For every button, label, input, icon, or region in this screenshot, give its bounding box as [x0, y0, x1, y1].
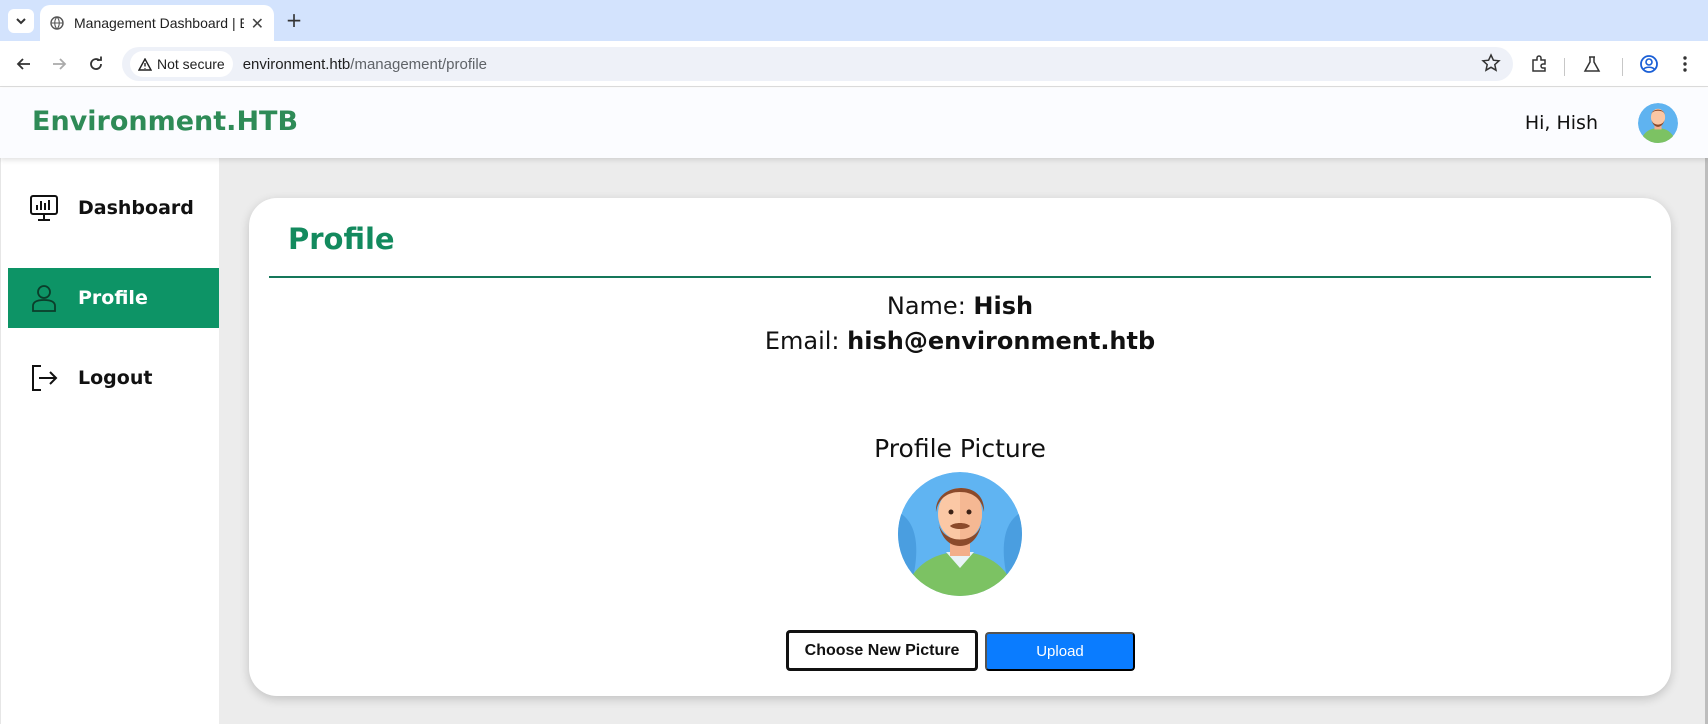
title-divider: [269, 276, 1651, 278]
dashboard-monitor-icon: [28, 192, 60, 224]
profile-picture: [898, 472, 1022, 596]
url-path: /management/profile: [350, 55, 488, 73]
profile-picture-title: Profile Picture: [874, 434, 1046, 463]
email-row: Email: hish@environment.htb: [249, 327, 1671, 355]
user-icon: [28, 282, 60, 314]
browser-tabstrip: Management Dashboard | Environment.HTB ✕…: [0, 0, 1708, 41]
main-content: Profile Name: Hish Email: hish@environme…: [219, 158, 1708, 724]
toolbar-separator: [1564, 58, 1565, 76]
name-row: Name: Hish: [249, 292, 1671, 320]
email-value: hish@environment.htb: [847, 327, 1156, 355]
sidebar-item-logout[interactable]: Logout: [8, 348, 220, 408]
browser-menu-button[interactable]: [1673, 52, 1697, 76]
browser-tab-active[interactable]: Management Dashboard | Environment.HTB ✕: [40, 5, 274, 41]
profile-button[interactable]: [1637, 52, 1661, 76]
url-text[interactable]: environment.htb/management/profile: [243, 56, 487, 73]
avatar-image: [1638, 103, 1678, 143]
globe-icon: [50, 16, 64, 30]
close-tab-icon[interactable]: ✕: [251, 14, 264, 33]
security-label: Not secure: [157, 56, 225, 72]
warning-triangle-icon: [138, 57, 152, 71]
reload-icon: [90, 56, 102, 70]
address-bar[interactable]: Not secure environment.htb/management/pr…: [122, 47, 1513, 81]
labs-button[interactable]: [1580, 52, 1604, 76]
star-icon: [1481, 53, 1501, 72]
forward-button[interactable]: [47, 52, 71, 76]
arrow-right-icon: [53, 58, 67, 70]
sidebar-item-profile[interactable]: Profile: [8, 268, 220, 328]
reload-button[interactable]: [84, 52, 108, 76]
security-indicator[interactable]: Not secure: [130, 51, 233, 77]
sidebar-item-dashboard[interactable]: Dashboard: [8, 178, 220, 238]
tab-title: Management Dashboard | Environment.HTB: [74, 15, 244, 31]
sidebar-item-label: Dashboard: [78, 197, 194, 219]
tab-search-button[interactable]: [8, 9, 34, 33]
profile-card: Profile Name: Hish Email: hish@environme…: [249, 198, 1671, 696]
toolbar-separator: [1622, 58, 1623, 76]
logout-icon: [28, 362, 60, 394]
email-label: Email:: [764, 327, 840, 355]
header-avatar[interactable]: [1638, 103, 1678, 143]
extensions-button[interactable]: [1527, 52, 1551, 76]
upload-button[interactable]: Upload: [985, 632, 1135, 671]
puzzle-icon: [1532, 55, 1546, 72]
account-circle-icon: [1640, 55, 1658, 73]
name-value: Hish: [973, 292, 1034, 320]
sidebar-item-label: Logout: [78, 367, 153, 389]
choose-picture-button[interactable]: Choose New Picture: [786, 630, 978, 671]
page-title: Profile: [288, 222, 395, 256]
new-tab-button[interactable]: +: [282, 8, 306, 32]
url-host: environment.htb: [242, 55, 351, 73]
sidebar-item-label: Profile: [78, 287, 148, 309]
sidebar: Dashboard Profile Logout: [0, 158, 220, 724]
kebab-menu-icon: [1683, 56, 1687, 72]
chevron-down-icon: [16, 18, 26, 25]
site-header: Environment.HTB Hi, Hish: [0, 88, 1708, 158]
back-button[interactable]: [12, 52, 36, 76]
name-label: Name:: [886, 292, 966, 320]
flask-icon: [1583, 56, 1601, 72]
arrow-left-icon: [16, 58, 30, 70]
browser-toolbar: Not secure environment.htb/management/pr…: [0, 41, 1708, 87]
user-greeting: Hi, Hish: [1524, 112, 1598, 134]
site-brand[interactable]: Environment.HTB: [32, 106, 298, 137]
bookmark-star-button[interactable]: [1481, 53, 1501, 77]
